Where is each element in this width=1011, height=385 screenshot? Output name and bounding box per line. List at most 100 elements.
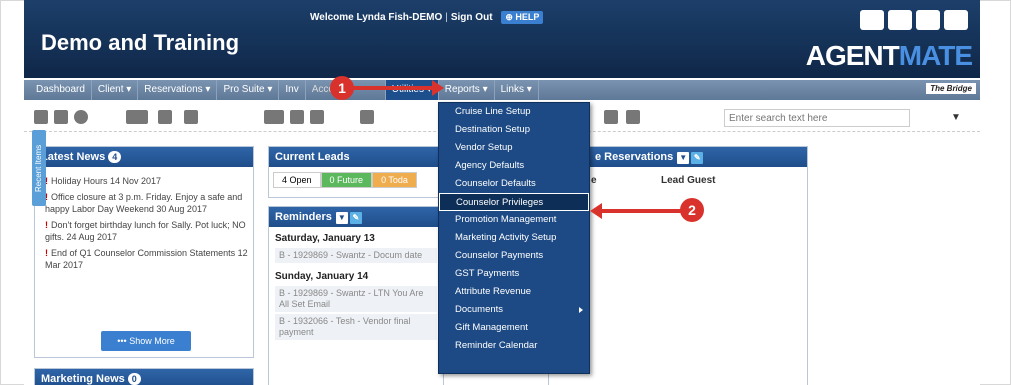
tab-today-leads[interactable]: 0 Toda [372,172,417,188]
utilities-menu: Cruise Line Setup Destination Setup Vend… [438,102,590,374]
reservations-col-1: e [591,175,597,186]
news-item[interactable]: ! Office closure at 3 p.m. Friday. Enjoy … [35,189,253,217]
edit-icon[interactable]: ✎ [691,152,704,164]
reservations-title: e Reservations [595,151,674,163]
menu-counselor-payments[interactable]: Counselor Payments [439,247,589,265]
news-text: End of Q1 Counselor Commission Statement… [45,248,248,270]
toolbar-icon-8[interactable] [290,110,304,124]
toolbar-icon-9[interactable] [310,110,324,124]
menu-documents-label: Documents [455,304,504,315]
latest-news-panel: Latest News 4 ! Holiday Hours 14 Nov 2017 … [34,146,254,358]
brand-title: Demo and Training [41,30,240,55]
nav-reports[interactable]: Reports ▾ [439,80,495,100]
current-leads-header: Current Leads [269,147,443,167]
menu-vendor-setup[interactable]: Vendor Setup [439,139,589,157]
news-item[interactable]: ! Holiday Hours 14 Nov 2017 [35,173,253,189]
nav-client[interactable]: Client ▾ [92,80,139,100]
main-nav: Dashboard Client ▾ Reservations ▾ Pro Su… [24,80,980,100]
news-text: Holiday Hours 14 Nov 2017 [51,176,162,186]
menu-destination-setup[interactable]: Destination Setup [439,121,589,139]
latest-news-title: Latest News [41,151,106,163]
tab-future-leads[interactable]: 0 Future [320,172,373,188]
reminder-item[interactable]: B - 1929869 - Swantz - LTN You Are All S… [275,286,437,312]
news-text: Don't forget birthday lunch for Sally. P… [45,220,246,242]
menu-gst-payments[interactable]: GST Payments [439,265,589,283]
nav-dashboard[interactable]: Dashboard [30,80,92,100]
show-more-button[interactable]: ••• Show More [101,331,191,351]
search-input[interactable] [724,109,910,127]
reminders-title: Reminders [275,211,332,223]
nav-inventory[interactable]: Inv [279,80,306,100]
marketing-news-title: Marketing News [41,373,125,385]
toolbar-icon-7[interactable] [264,110,284,124]
the-bridge-link[interactable]: The Bridge [926,83,976,94]
reminder-item[interactable]: B - 1932066 - Tesh - Vendor final paymen… [275,314,437,340]
tab-open-leads[interactable]: 4 Open [273,172,321,188]
menu-attribute-revenue[interactable]: Attribute Revenue [439,283,589,301]
arrow-head-1-icon [432,80,444,96]
plane-icon [944,10,968,30]
menu-counselor-privileges[interactable]: Counselor Privileges [439,193,589,211]
reminder-date: Sunday, January 14 [275,271,369,282]
callout-badge-2: 2 [680,198,704,222]
welcome-bar: Welcome Lynda Fish-DEMO | Sign Out ⊕ HELP [310,11,544,24]
filter-icon[interactable]: ▼ [677,152,690,164]
menu-cruise-line-setup[interactable]: Cruise Line Setup [439,103,589,121]
logo-mate-text: MATE [898,40,973,71]
news-text: Office closure at 3 p.m. Friday. Enjoy a… [45,192,243,214]
toolbar-icon-2[interactable] [54,110,68,124]
welcome-text: Welcome Lynda Fish-DEMO [310,12,443,23]
toolbar-icon-5[interactable] [158,110,172,124]
filter-icon[interactable]: ▼ [335,212,348,224]
logo-agent-text: AGENT [805,40,900,71]
sign-out-link[interactable]: Sign Out [451,12,493,23]
callout-arrow-1 [350,86,438,90]
reminder-item[interactable]: B - 1929869 - Swantz - Docum date [275,248,437,263]
menu-documents[interactable]: Documents [439,301,589,319]
news-count-badge: 4 [108,151,122,163]
callout-arrow-2 [602,209,682,213]
recent-items-tab[interactable]: Recent Items [32,130,46,206]
latest-news-header: Latest News 4 [35,147,253,167]
reminders-header: Reminders ▼ ✎ [269,207,443,227]
search-filter-icon[interactable]: ▼ [946,109,966,127]
marketing-news-header: Marketing News 0 [35,369,253,385]
cruise-icon[interactable] [126,110,148,124]
menu-gift-management[interactable]: Gift Management [439,319,589,337]
bus-icon [916,10,940,30]
toolbar-icon-1[interactable] [34,110,48,124]
nav-links[interactable]: Links ▾ [495,80,539,100]
reservations-col-lead-guest: Lead Guest [661,175,716,186]
edit-icon[interactable]: ✎ [349,212,362,224]
menu-reminder-calendar[interactable]: Reminder Calendar [439,337,589,355]
car-icon [888,10,912,30]
header: Demo and Training Welcome Lynda Fish-DEM… [24,0,980,78]
marketing-count-badge: 0 [127,373,141,385]
agentmate-logo-icons [860,10,968,30]
nav-reservations[interactable]: Reservations ▾ [138,80,218,100]
people-icon [860,10,884,30]
menu-promotion-management[interactable]: Promotion Management [439,211,589,229]
callout-badge-1: 1 [330,76,354,100]
current-leads-panel: Current Leads 4 Open 0 Future 0 Toda [268,146,444,198]
help-label: HELP [515,12,540,22]
menu-counselor-defaults[interactable]: Counselor Defaults [439,175,589,193]
app-window: Demo and Training Welcome Lynda Fish-DEM… [24,0,980,385]
menu-agency-defaults[interactable]: Agency Defaults [439,157,589,175]
news-item[interactable]: ! Don't forget birthday lunch for Sally. … [35,217,253,245]
nav-pro-suite[interactable]: Pro Suite ▾ [217,80,280,100]
toolbar-icon-10[interactable] [360,110,374,124]
marketing-news-panel: Marketing News 0 [34,368,254,385]
reminder-date: Saturday, January 13 [275,233,375,244]
toolbar-icon-12[interactable] [626,110,640,124]
nav-utilities[interactable]: Utilities ▾ [385,80,439,100]
toolbar-icon-6[interactable] [184,110,198,124]
menu-marketing-activity-setup[interactable]: Marketing Activity Setup [439,229,589,247]
reminders-panel: Reminders ▼ ✎ Saturday, January 13 B - 192… [268,206,444,385]
submenu-arrow-icon [579,307,583,313]
toolbar-icon-11[interactable] [604,110,618,124]
help-button[interactable]: ⊕ HELP [501,11,544,24]
globe-icon[interactable] [74,110,88,124]
news-item[interactable]: ! End of Q1 Counselor Commission Statemen… [35,245,253,273]
agentmate-logo: AGENTMATE [805,40,973,72]
